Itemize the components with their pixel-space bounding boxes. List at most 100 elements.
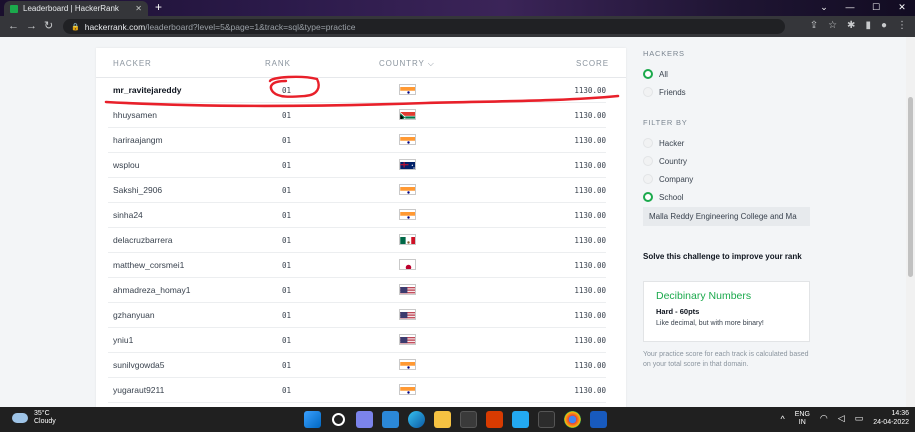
teams-icon[interactable]	[356, 411, 373, 428]
hacker-name[interactable]: sinha24	[113, 210, 143, 220]
rank-value: 01	[282, 86, 292, 95]
table-header: HACKER RANK COUNTRY ⌵ SCORE	[96, 48, 626, 78]
todo-icon[interactable]	[382, 411, 399, 428]
sidepanel-icon[interactable]: ▮	[865, 19, 871, 33]
chevron-down-icon[interactable]: ⌵	[428, 59, 435, 68]
language-indicator[interactable]: ENG IN	[795, 411, 810, 427]
rank-value: 01	[282, 236, 292, 245]
extensions-icon[interactable]: ✱	[847, 19, 855, 33]
dropdown-icon[interactable]: ⌄	[811, 0, 837, 14]
hacker-name[interactable]: mr_ravitejareddy	[113, 85, 182, 95]
table-row: mr_ravitejareddy 01 1130.00	[108, 78, 606, 103]
vscode-icon[interactable]	[512, 411, 529, 428]
volume-icon[interactable]: ◁	[838, 413, 845, 424]
forward-icon[interactable]: →	[26, 19, 37, 33]
radio-dot[interactable]	[643, 69, 653, 79]
window-controls: ⌄ — ☐ ✕	[811, 0, 915, 14]
file-explorer-icon[interactable]	[434, 411, 451, 428]
radio-dot[interactable]	[643, 192, 653, 202]
table-row: sunilvgowda5 01 1130.00	[108, 353, 606, 378]
country-flag-icon	[399, 259, 416, 270]
hacker-name[interactable]: Sakshi_2906	[113, 185, 162, 195]
column-hacker[interactable]: HACKER	[113, 59, 152, 68]
clock[interactable]: 14:36 24-04-2022	[873, 410, 909, 427]
hacker-name[interactable]: sunilvgowda5	[113, 360, 165, 370]
battery-icon[interactable]: ▭	[855, 413, 864, 424]
hacker-name[interactable]: yugaraut9211	[113, 385, 164, 395]
country-flag-icon	[399, 184, 416, 195]
hacker-name[interactable]: hariraajangm	[113, 135, 163, 145]
school-input[interactable]: Malla Reddy Engineering College and Ma	[643, 207, 810, 226]
browser-toolbar: ← → ↻ 🔒 hackerrank.com/leaderboard?level…	[0, 16, 915, 37]
challenge-card[interactable]: Decibinary Numbers Hard - 60pts Like dec…	[643, 281, 810, 342]
address-bar[interactable]: 🔒 hackerrank.com/leaderboard?level=5&pag…	[63, 19, 785, 34]
score-value: 1130.00	[574, 261, 606, 270]
browser-tab[interactable]: Leaderboard | HackerRank ✕	[4, 1, 148, 16]
score-value: 1130.00	[574, 86, 606, 95]
terminal-icon[interactable]	[538, 411, 555, 428]
score-value: 1130.00	[574, 136, 606, 145]
office-icon[interactable]	[486, 411, 503, 428]
close-window-icon[interactable]: ✕	[889, 0, 915, 14]
weather-widget[interactable]: 35°C Cloudy	[12, 410, 56, 426]
hacker-name[interactable]: ahmadreza_homay1	[113, 285, 191, 295]
menu-icon[interactable]: ⋮	[897, 19, 907, 33]
column-rank[interactable]: RANK	[265, 59, 291, 68]
score-value: 1130.00	[574, 111, 606, 120]
country-flag-icon	[399, 234, 416, 245]
country-flag-icon	[399, 309, 416, 320]
hacker-name[interactable]: delacruzbarrera	[113, 235, 173, 245]
table-row: Sakshi_2906 01 1130.00	[108, 178, 606, 203]
weather-temperature: 35°C	[34, 410, 50, 417]
profile-icon[interactable]: ●	[881, 19, 887, 33]
maximize-icon[interactable]: ☐	[863, 0, 889, 14]
hacker-name[interactable]: yniu1	[113, 335, 133, 345]
tab-close-icon[interactable]: ✕	[135, 4, 142, 13]
chrome-icon[interactable]	[564, 411, 581, 428]
radio-dot[interactable]	[643, 87, 653, 97]
store-icon[interactable]	[460, 411, 477, 428]
radio-hacker[interactable]: Hacker	[643, 138, 684, 148]
minimize-icon[interactable]: —	[837, 0, 863, 14]
radio-all[interactable]: All	[643, 69, 668, 79]
hackerrank-favicon	[10, 4, 18, 13]
page-scrollbar[interactable]	[906, 37, 915, 407]
radio-dot[interactable]	[643, 138, 653, 148]
hacker-name[interactable]: matthew_corsmei1	[113, 260, 184, 270]
chevron-up-icon[interactable]: ^	[780, 414, 784, 424]
table-row: yniu1 01 1130.00	[108, 328, 606, 353]
radio-dot[interactable]	[643, 156, 653, 166]
hacker-name[interactable]: wsplou	[113, 160, 139, 170]
scrollbar-thumb[interactable]	[908, 97, 913, 277]
hacker-name[interactable]: gzhanyuan	[113, 310, 155, 320]
radio-country[interactable]: Country	[643, 156, 687, 166]
column-country[interactable]: COUNTRY ⌵	[379, 59, 435, 69]
radio-friends[interactable]: Friends	[643, 87, 686, 97]
hacker-name[interactable]: hhuysamen	[113, 110, 157, 120]
radio-company[interactable]: Company	[643, 174, 693, 184]
table-row: wsplou 01 1130.00	[108, 153, 606, 178]
radio-school[interactable]: School	[643, 192, 683, 202]
score-value: 1130.00	[574, 336, 606, 345]
share-icon[interactable]: ⇪	[810, 19, 818, 33]
search-icon[interactable]	[332, 413, 345, 426]
country-flag-icon	[399, 134, 416, 145]
radio-dot[interactable]	[643, 174, 653, 184]
column-score[interactable]: SCORE	[576, 59, 609, 68]
solve-challenge-heading: Solve this challenge to improve your ran…	[643, 252, 802, 261]
back-icon[interactable]: ←	[8, 19, 19, 33]
windows-start-icon[interactable]	[304, 411, 321, 428]
table-row: yugaraut9211 01 1130.00	[108, 378, 606, 403]
table-row: hariraajangm 01 1130.00	[108, 128, 606, 153]
filter-by-heading: FILTER BY	[643, 118, 688, 127]
lock-icon[interactable]: 🔒	[71, 23, 80, 31]
word-icon[interactable]	[590, 411, 607, 428]
challenge-title[interactable]: Decibinary Numbers	[656, 290, 797, 302]
wifi-icon[interactable]: ◠	[820, 413, 828, 424]
new-tab-button[interactable]: +	[155, 1, 162, 14]
table-row: ahmadreza_homay1 01 1130.00	[108, 278, 606, 303]
reload-icon[interactable]: ↻	[44, 19, 53, 33]
star-icon[interactable]: ☆	[828, 19, 837, 33]
edge-icon[interactable]	[408, 411, 425, 428]
score-value: 1130.00	[574, 161, 606, 170]
